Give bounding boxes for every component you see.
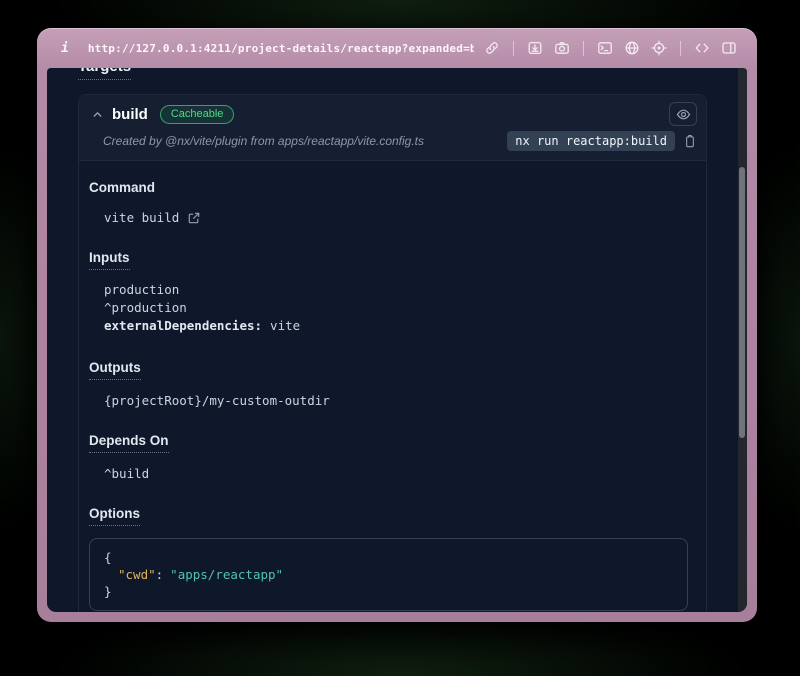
section-label-depends-on[interactable]: Depends On: [89, 433, 169, 453]
page-title[interactable]: Targets: [78, 68, 131, 80]
json-string-value: "apps/reactapp": [170, 567, 283, 582]
info-icon: i: [61, 41, 69, 56]
json-key: "cwd": [118, 567, 156, 582]
toolbar-separator: [680, 41, 681, 56]
depends-on-value: ^build: [104, 466, 149, 481]
open-config-link[interactable]: [187, 211, 201, 225]
target-header-build[interactable]: build Cacheable Created by @nx/vite/plug…: [79, 95, 706, 161]
panel-icon[interactable]: [721, 40, 737, 56]
clipboard-icon: [683, 134, 697, 149]
chevron-up-icon[interactable]: [91, 108, 104, 121]
target-name: build: [112, 106, 148, 123]
input-item: production: [104, 281, 692, 299]
code-icon[interactable]: [694, 40, 710, 56]
input-item: ^production: [104, 299, 692, 317]
toolbar-separator: [583, 41, 584, 56]
inputs-list: production ^production externalDependenc…: [104, 281, 692, 335]
json-open-brace: {: [104, 549, 673, 566]
terminal-icon[interactable]: [597, 40, 613, 56]
input-entry-sep: :: [255, 318, 263, 333]
view-in-graph-button[interactable]: [669, 102, 697, 126]
scrollbar-thumb[interactable]: [739, 167, 745, 438]
globe-icon[interactable]: [624, 40, 640, 56]
json-colon: :: [156, 567, 164, 582]
input-entry-value: vite: [270, 318, 300, 333]
scrollbar-track[interactable]: [738, 68, 747, 612]
eye-icon: [676, 107, 691, 122]
target-card-build: build Cacheable Created by @nx/vite/plug…: [78, 94, 707, 612]
input-entry: externalDependencies: vite: [104, 317, 692, 335]
camera-icon[interactable]: [554, 40, 570, 56]
run-command-chip: nx run reactapp:build: [507, 131, 675, 151]
created-by-text: Created by @nx/vite/plugin from apps/rea…: [103, 134, 424, 148]
section-label-inputs[interactable]: Inputs: [89, 250, 130, 270]
url-text: http://127.0.0.1:4211/project-details/re…: [88, 42, 474, 55]
json-entry: "cwd": "apps/reactapp": [104, 566, 673, 583]
options-code-block: { "cwd": "apps/reactapp" }: [89, 538, 688, 611]
section-label-command: Command: [89, 180, 155, 195]
cacheable-badge: Cacheable: [160, 105, 235, 124]
copy-button[interactable]: [683, 134, 697, 149]
link-icon[interactable]: [484, 40, 500, 56]
section-label-options[interactable]: Options: [89, 506, 140, 526]
target-details: Command vite build Inpu: [79, 161, 706, 612]
input-entry-key: externalDependencies: [104, 318, 255, 333]
external-link-icon: [187, 211, 201, 225]
section-label-outputs[interactable]: Outputs: [89, 360, 141, 380]
browser-toolbar: i http://127.0.0.1:4211/project-details/…: [37, 28, 757, 68]
page-content: Targets build Cacheable: [47, 68, 747, 612]
toolbar-actions: [484, 40, 737, 56]
crosshair-icon[interactable]: [651, 40, 667, 56]
outputs-value: {projectRoot}/my-custom-outdir: [104, 393, 330, 408]
import-icon[interactable]: [527, 40, 543, 56]
app-window: i http://127.0.0.1:4211/project-details/…: [37, 28, 757, 622]
json-close-brace: }: [104, 583, 673, 600]
command-value: vite build: [104, 210, 179, 225]
toolbar-separator: [513, 41, 514, 56]
